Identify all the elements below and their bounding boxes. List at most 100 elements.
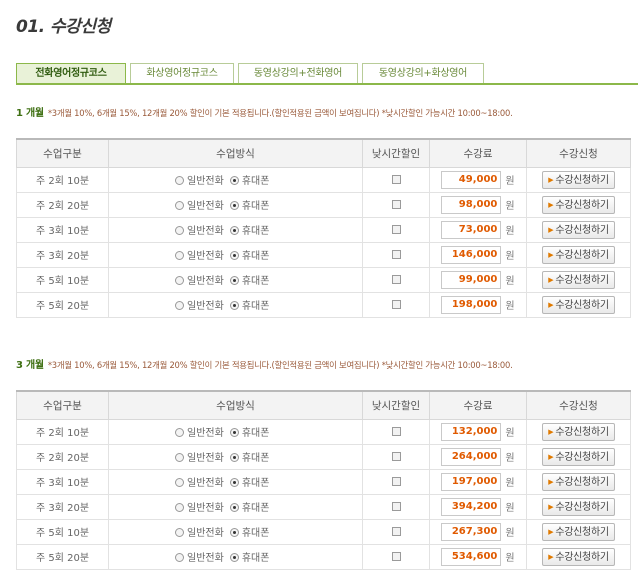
tab-lecture-phone[interactable]: 동영상강의+전화영어 [238, 63, 358, 85]
mobile-radio[interactable] [229, 553, 239, 562]
method-cell: 일반전화 휴대폰 [108, 291, 363, 318]
apply-button[interactable]: ▶ 수강신청하기 [542, 522, 615, 541]
landline-radio[interactable] [175, 428, 184, 437]
price-cell: 146,000 원 [429, 241, 527, 268]
apply-button-label: 수강신청하기 [555, 199, 609, 211]
landline-radio[interactable] [175, 478, 184, 487]
col-header-apply: 수강신청 [526, 391, 631, 420]
course-tabs: 전화영어정규코스 화상영어정규코스 동영상강의+전화영어 동영상강의+화상영어 [16, 63, 638, 85]
landline-radio[interactable] [175, 553, 184, 562]
mobile-label: 휴대폰 [241, 276, 270, 287]
daytime-cell [362, 443, 430, 470]
landline-radio[interactable] [175, 201, 184, 210]
mobile-radio[interactable] [229, 301, 239, 310]
col-header-apply: 수강신청 [526, 139, 631, 168]
mobile-radio[interactable] [229, 201, 239, 210]
apply-button[interactable]: ▶ 수강신청하기 [542, 547, 615, 566]
mobile-radio[interactable] [229, 276, 239, 285]
price-field: 534,600 [441, 547, 502, 566]
tab-lecture-video[interactable]: 동영상강의+화상영어 [362, 63, 484, 85]
landline-radio[interactable] [175, 453, 184, 462]
apply-button[interactable]: ▶ 수강신청하기 [542, 295, 615, 314]
mobile-radio[interactable] [229, 478, 239, 487]
method-cell: 일반전화 휴대폰 [108, 166, 363, 193]
landline-radio[interactable] [175, 528, 184, 537]
col-header-daytime: 낮시간할인 [362, 139, 430, 168]
daytime-discount-checkbox[interactable] [391, 426, 401, 436]
apply-cell: ▶ 수강신청하기 [526, 518, 631, 545]
mobile-radio[interactable] [229, 176, 239, 185]
landline-radio[interactable] [175, 503, 184, 512]
daytime-discount-checkbox[interactable] [391, 451, 401, 461]
apply-button[interactable]: ▶ 수강신청하기 [542, 245, 615, 264]
apply-button[interactable]: ▶ 수강신청하기 [542, 472, 615, 491]
landline-radio[interactable] [175, 251, 184, 260]
col-header-method: 수업방식 [108, 391, 363, 420]
table-row: 주 5회 10분 일반전화 휴대폰 99,000 원 ▶ 수강신청하기 [16, 266, 631, 293]
table-row: 주 2회 10분 일반전화 휴대폰 49,000 원 ▶ 수강신청하기 [16, 166, 631, 193]
landline-radio[interactable] [175, 301, 184, 310]
daytime-discount-checkbox[interactable] [391, 199, 401, 209]
apply-button-label: 수강신청하기 [555, 451, 609, 463]
currency-unit: 원 [505, 276, 515, 287]
daytime-discount-checkbox[interactable] [391, 174, 401, 184]
landline-label: 일반전화 [187, 276, 224, 287]
mobile-label: 휴대폰 [241, 176, 270, 187]
daytime-discount-checkbox[interactable] [391, 526, 401, 536]
arrow-right-icon: ▶ [548, 225, 554, 234]
mobile-radio[interactable] [229, 528, 239, 537]
price-cell: 132,000 원 [429, 418, 527, 445]
apply-button[interactable]: ▶ 수강신청하기 [542, 497, 615, 516]
tab-underline [16, 83, 638, 85]
apply-button[interactable]: ▶ 수강신청하기 [542, 170, 615, 189]
daytime-cell [362, 266, 430, 293]
daytime-discount-checkbox[interactable] [391, 224, 401, 234]
mobile-label: 휴대폰 [241, 428, 270, 439]
mobile-label: 휴대폰 [241, 478, 270, 489]
daytime-discount-checkbox[interactable] [391, 274, 401, 284]
landline-label: 일반전화 [187, 301, 224, 312]
mobile-radio[interactable] [229, 453, 239, 462]
tab-video-english[interactable]: 화상영어정규코스 [130, 63, 234, 85]
mobile-radio[interactable] [229, 251, 239, 260]
landline-radio[interactable] [175, 276, 184, 285]
apply-button[interactable]: ▶ 수강신청하기 [542, 270, 615, 289]
method-cell: 일반전화 휴대폰 [108, 518, 363, 545]
table-row: 주 2회 20분 일반전화 휴대폰 98,000 원 ▶ 수강신청하기 [16, 191, 631, 218]
mobile-radio[interactable] [229, 503, 239, 512]
landline-label: 일반전화 [187, 428, 224, 439]
price-field: 146,000 [441, 245, 502, 264]
landline-radio[interactable] [175, 226, 184, 235]
apply-button[interactable]: ▶ 수강신청하기 [542, 220, 615, 239]
daytime-discount-checkbox[interactable] [391, 249, 401, 259]
table-row: 주 3회 20분 일반전화 휴대폰 394,200 원 ▶ 수강신청하기 [16, 493, 631, 520]
daytime-discount-checkbox[interactable] [391, 501, 401, 511]
currency-unit: 원 [505, 478, 515, 489]
apply-cell: ▶ 수강신청하기 [526, 468, 631, 495]
mobile-label: 휴대폰 [241, 201, 270, 212]
apply-cell: ▶ 수강신청하기 [526, 493, 631, 520]
apply-button[interactable]: ▶ 수강신청하기 [542, 422, 615, 441]
apply-button-label: 수강신청하기 [555, 426, 609, 438]
landline-label: 일반전화 [187, 503, 224, 514]
apply-button-label: 수강신청하기 [555, 274, 609, 286]
daytime-discount-checkbox[interactable] [391, 299, 401, 309]
price-field: 267,300 [441, 522, 502, 541]
landline-label: 일반전화 [187, 453, 224, 464]
daytime-cell [362, 216, 430, 243]
price-field: 264,000 [441, 447, 502, 466]
tab-phone-english[interactable]: 전화영어정규코스 [16, 63, 126, 85]
mobile-radio[interactable] [229, 226, 239, 235]
daytime-discount-checkbox[interactable] [391, 476, 401, 486]
col-header-price: 수강료 [429, 139, 527, 168]
col-header-type: 수업구분 [16, 391, 109, 420]
landline-radio[interactable] [175, 176, 184, 185]
arrow-right-icon: ▶ [548, 502, 554, 511]
daytime-discount-checkbox[interactable] [391, 551, 401, 561]
mobile-radio[interactable] [229, 428, 239, 437]
price-cell: 99,000 원 [429, 266, 527, 293]
apply-button[interactable]: ▶ 수강신청하기 [542, 195, 615, 214]
apply-button[interactable]: ▶ 수강신청하기 [542, 447, 615, 466]
table-row: 주 5회 20분 일반전화 휴대폰 534,600 원 ▶ 수강신청하기 [16, 543, 631, 570]
price-field: 73,000 [441, 220, 502, 239]
